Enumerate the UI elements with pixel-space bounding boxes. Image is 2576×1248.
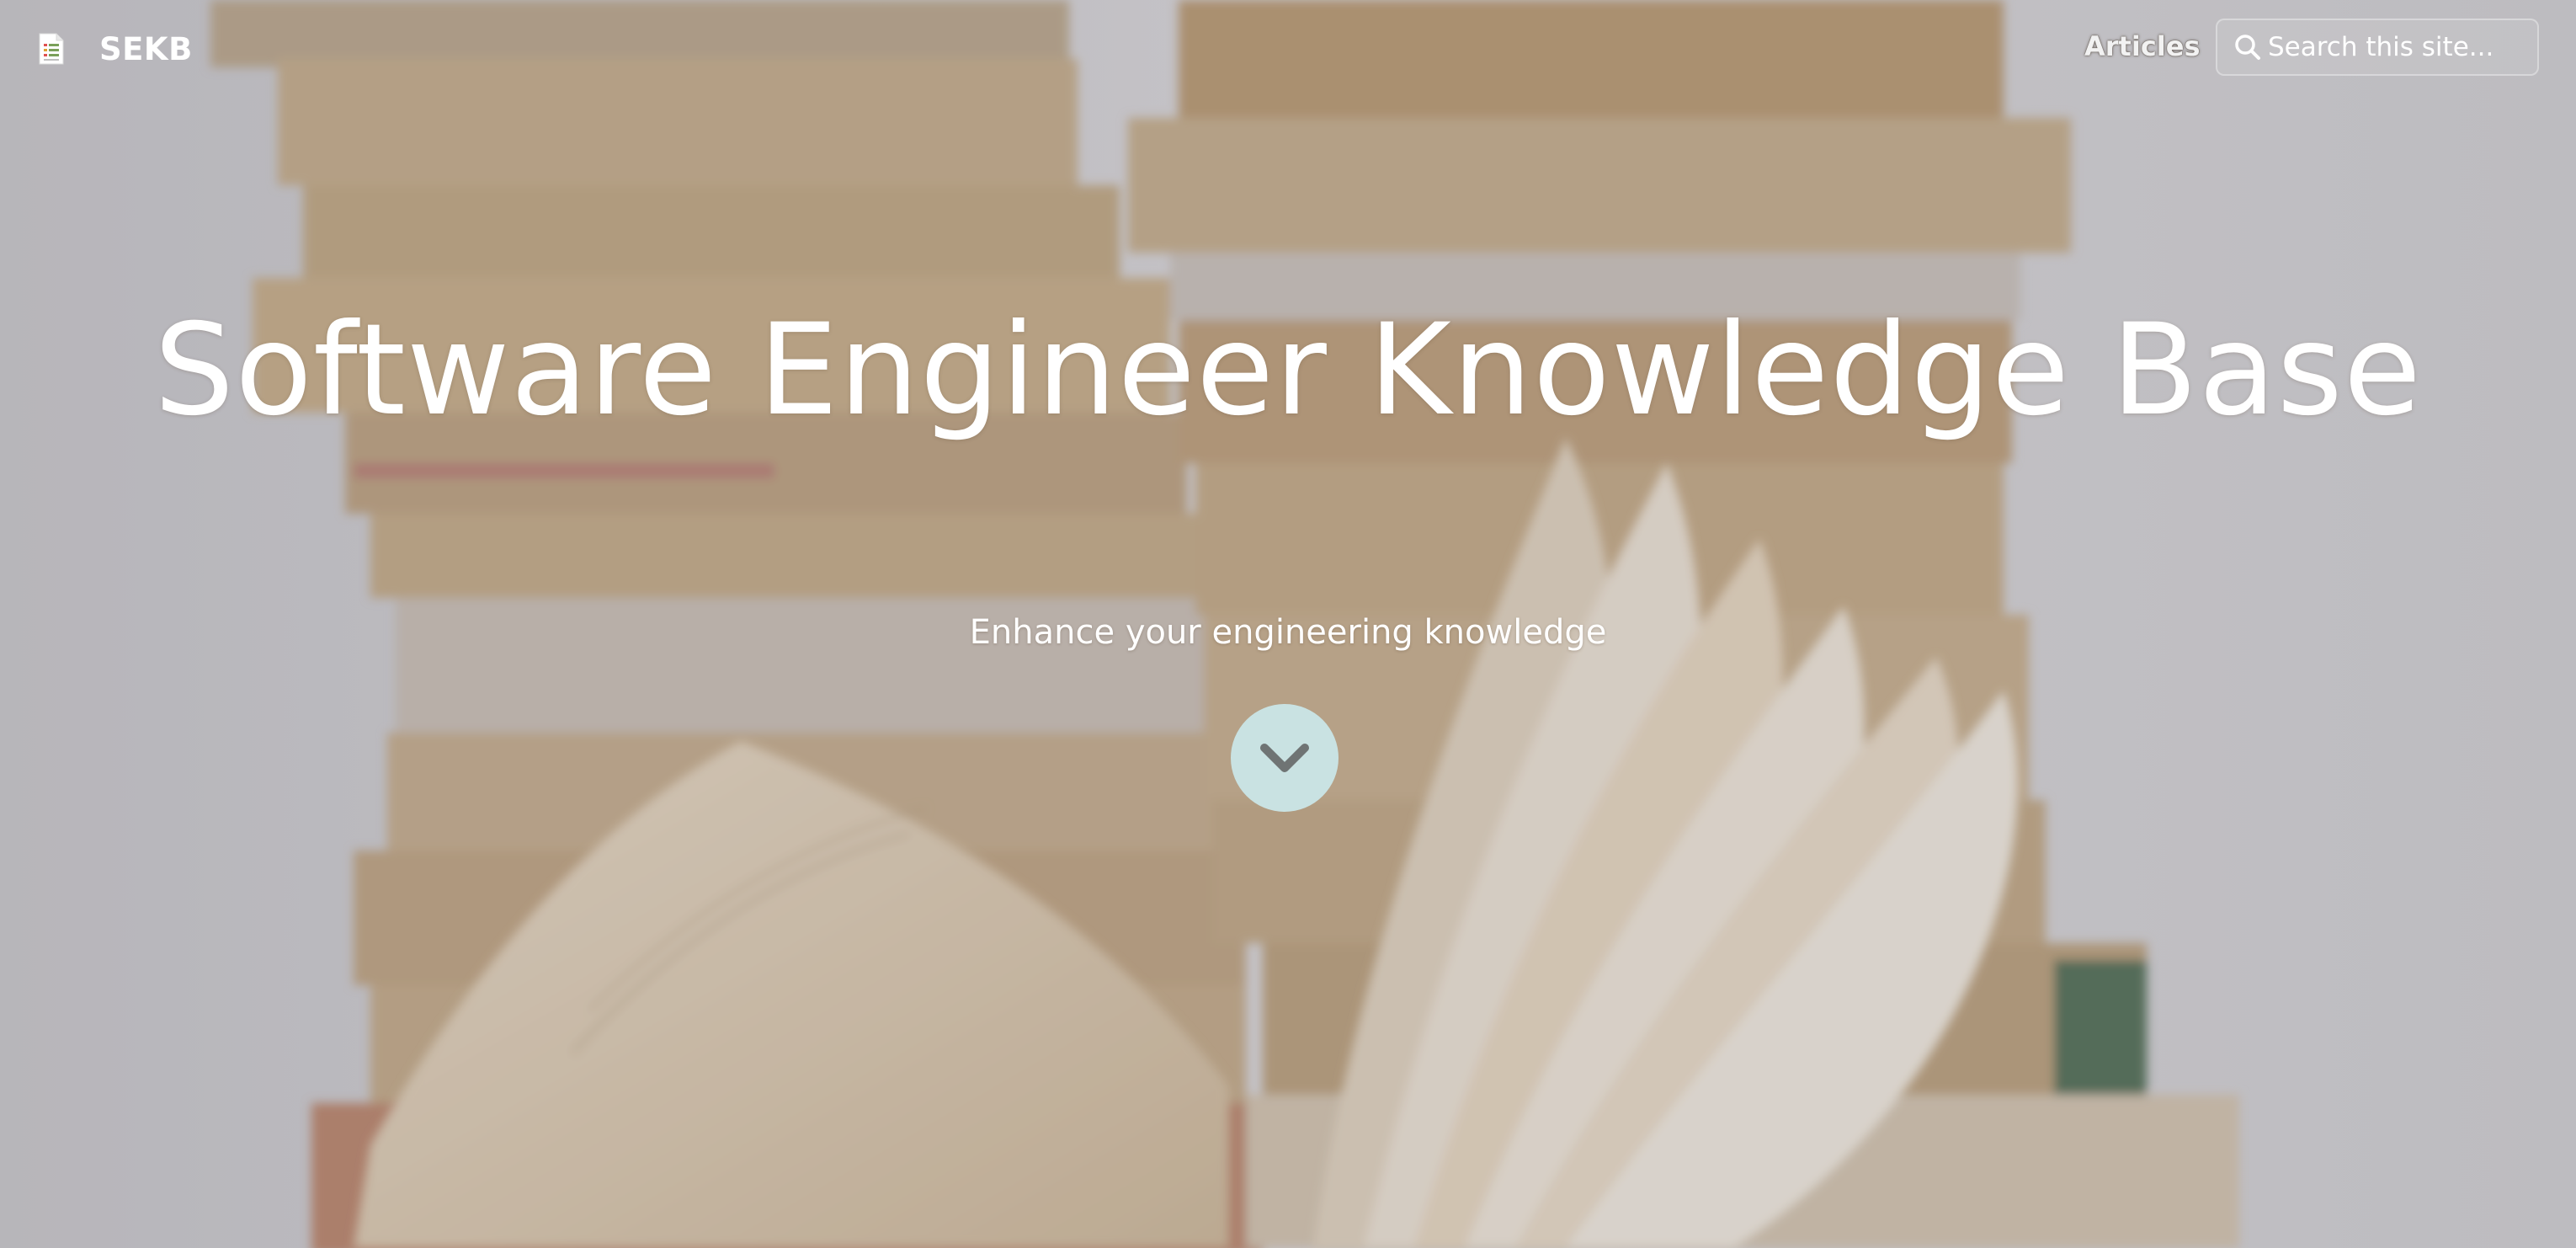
hero-title: Software Engineer Knowledge Base — [153, 297, 2423, 444]
nav-link-articles[interactable]: Articles — [2084, 30, 2201, 62]
search-icon — [2233, 32, 2263, 62]
scroll-down-button[interactable] — [1231, 704, 1339, 812]
top-navbar: SEKB Articles — [0, 0, 2576, 98]
search-input[interactable] — [2268, 32, 2537, 62]
search-box[interactable] — [2216, 19, 2539, 76]
hero-subtitle: Enhance your engineering knowledge — [969, 613, 1607, 652]
chevron-down-icon — [1260, 744, 1309, 772]
brand-link[interactable]: SEKB — [37, 25, 193, 72]
document-icon — [37, 32, 66, 66]
brand-name: SEKB — [99, 30, 193, 67]
page: SEKB Articles Software Engineer Knowledg… — [0, 0, 2576, 1248]
